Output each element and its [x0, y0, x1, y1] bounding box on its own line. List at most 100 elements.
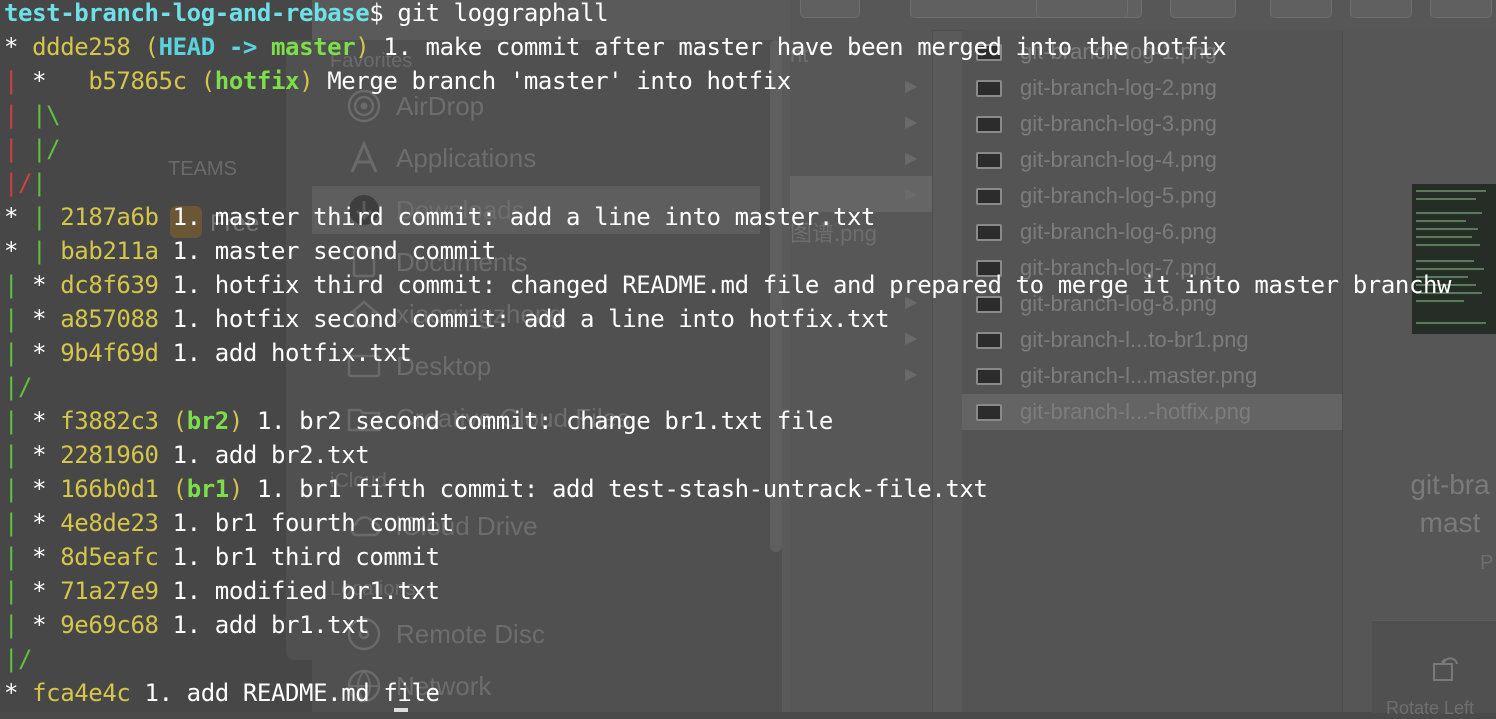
log-hash: 9b4f69d [60, 339, 159, 367]
log-graph: * [32, 407, 61, 435]
log-graph: * [32, 271, 61, 299]
log-msg: Merge branch 'master' into hotfix [313, 67, 791, 95]
log-head: HEAD -> [158, 33, 271, 61]
log-graph: * [4, 237, 33, 265]
log-graph: * [32, 509, 61, 537]
log-msg: 1. modified br1.txt [158, 577, 440, 605]
log-hash: b57865c [88, 67, 187, 95]
log-graph-green: |/ [4, 373, 33, 401]
log-msg: 1. make commit after master have been me… [369, 33, 1227, 61]
log-graph: * [32, 441, 61, 469]
log-graph-green: |/ [4, 645, 33, 673]
log-refs-close: ) [228, 475, 243, 503]
git-log-line: | * 4e8de23 1. br1 fourth commit [4, 506, 454, 540]
log-hash: a857088 [60, 305, 159, 333]
log-msg: 1. add hotfix.txt [158, 339, 412, 367]
git-log-line: * | bab211a 1. master second commit [4, 234, 496, 268]
git-log-line: | * f3882c3 (br2) 1. br2 second commit: … [4, 404, 833, 438]
git-log-line: * ddde258 (HEAD -> master) 1. make commi… [4, 30, 1227, 64]
log-graph-red: |/ [4, 169, 33, 197]
git-log-line: |/ [4, 370, 33, 404]
log-graph-green: | [32, 203, 61, 231]
log-graph-green: | [4, 271, 33, 299]
log-graph-green: | [4, 305, 33, 333]
log-branch: br1 [186, 475, 230, 503]
log-msg: 1. br1 fifth commit: add test-stash-untr… [242, 475, 988, 503]
git-log-line: | * 71a27e9 1. modified br1.txt [4, 574, 440, 608]
log-hash: f3882c3 [60, 407, 159, 435]
git-log-line: | * dc8f639 1. hotfix third commit: chan… [4, 268, 1452, 302]
log-graph-green: | [4, 611, 33, 639]
log-graph: * [4, 33, 33, 61]
log-hash: 2281960 [60, 441, 159, 469]
log-refs-open: ( [158, 475, 187, 503]
log-graph: * [32, 475, 61, 503]
log-graph: * [32, 339, 61, 367]
command-text: git loggraphall [397, 0, 609, 27]
log-hash: 4e8de23 [60, 509, 159, 537]
log-msg: 1. master third commit: add a line into … [158, 203, 876, 231]
prompt-directory: test-branch-log-and-rebase [4, 0, 370, 27]
log-refs-close: ) [228, 407, 243, 435]
log-graph-green: |\ [32, 101, 61, 129]
log-graph-green: | [4, 475, 33, 503]
git-log-line: * fca4e4c 1. add README.md file [4, 676, 440, 710]
log-msg: 1. br1 fourth commit [158, 509, 454, 537]
git-log-line: |/ [4, 642, 33, 676]
prompt-line: test-branch-log-and-rebase$ git loggraph… [4, 0, 609, 30]
log-branch: hotfix [214, 67, 300, 95]
log-refs-open: ( [186, 67, 215, 95]
log-graph-green: | [4, 577, 33, 605]
git-log-line: * | 2187a6b 1. master third commit: add … [4, 200, 875, 234]
git-log-line: | * b57865c (hotfix) Merge branch 'maste… [4, 64, 791, 98]
log-refs-open: ( [158, 407, 187, 435]
log-branch: br2 [186, 407, 230, 435]
log-hash: ddde258 [32, 33, 131, 61]
log-msg: 1. hotfix second commit: add a line into… [158, 305, 890, 333]
log-graph: * [32, 611, 61, 639]
log-graph-red: | [4, 135, 33, 163]
log-hash: 9e69c68 [60, 611, 159, 639]
log-graph: * [4, 679, 33, 707]
log-graph: * [32, 577, 61, 605]
log-graph-green: | [4, 441, 33, 469]
git-log-line: | * 9b4f69d 1. add hotfix.txt [4, 336, 412, 370]
log-msg: 1. hotfix third commit: changed README.m… [158, 271, 1452, 299]
log-hash: 8d5eafc [60, 543, 159, 571]
log-branch: master [270, 33, 356, 61]
log-refs-close: ) [355, 33, 370, 61]
git-log-line: | * 2281960 1. add br2.txt [4, 438, 370, 472]
log-graph-green: | [4, 543, 33, 571]
log-hash: fca4e4c [32, 679, 131, 707]
log-msg: 1. add br2.txt [158, 441, 370, 469]
log-hash: 2187a6b [60, 203, 159, 231]
log-graph-red: | [4, 67, 33, 95]
log-msg: 1. add br1.txt [158, 611, 370, 639]
log-msg: 1. br2 second commit: change br1.txt fil… [242, 407, 833, 435]
git-log-line: | * 9e69c68 1. add br1.txt [4, 608, 370, 642]
log-hash: 166b0d1 [60, 475, 159, 503]
log-graph: * [32, 305, 61, 333]
log-hash: dc8f639 [60, 271, 159, 299]
git-log-line: | |\ [4, 98, 61, 132]
log-hash: bab211a [60, 237, 159, 265]
log-graph-green: | [32, 169, 47, 197]
log-graph: * [32, 67, 89, 95]
log-graph-green: |/ [32, 135, 61, 163]
git-log-line: | * 8d5eafc 1. br1 third commit [4, 540, 440, 574]
log-refs-close: ) [299, 67, 314, 95]
log-graph: * [32, 543, 61, 571]
git-log-line: | * a857088 1. hotfix second commit: add… [4, 302, 890, 336]
log-hash: 71a27e9 [60, 577, 159, 605]
git-log-line: | * 166b0d1 (br1) 1. br1 fifth commit: a… [4, 472, 988, 506]
git-log-line: |/| [4, 166, 47, 200]
log-msg: 1. add README.md file [130, 679, 440, 707]
git-log-line: | |/ [4, 132, 61, 166]
log-graph-green: | [4, 407, 33, 435]
log-graph-red: | [4, 101, 33, 129]
log-graph-green: | [32, 237, 61, 265]
log-graph-green: | [4, 339, 33, 367]
terminal-window[interactable]: test-branch-log-and-rebase$ git loggraph… [0, 0, 1496, 712]
log-refs-open: ( [130, 33, 159, 61]
prompt-symbol: $ [369, 0, 398, 27]
